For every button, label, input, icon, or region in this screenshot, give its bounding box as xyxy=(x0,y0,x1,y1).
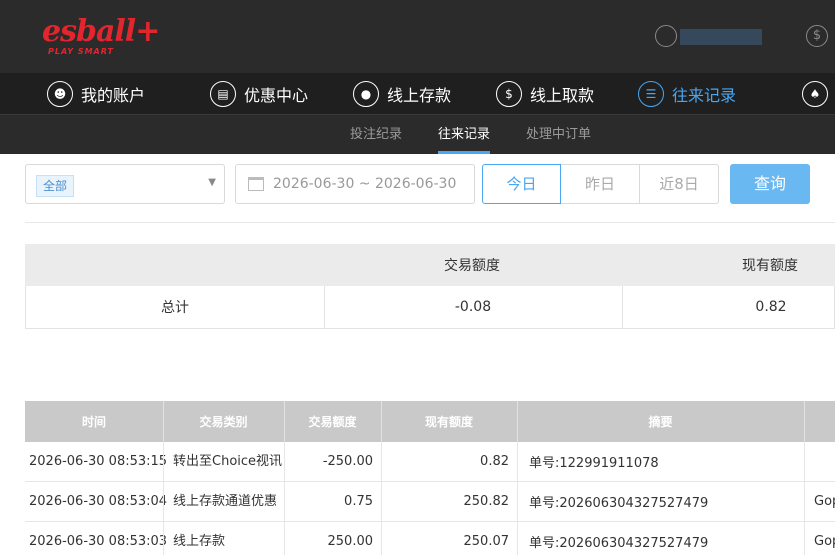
row-time: 2026-06-30 08:53:04 xyxy=(29,494,168,509)
query-button[interactable]: 查询 xyxy=(730,164,810,204)
row-type: 线上存款通道优惠 xyxy=(173,494,278,509)
row-extra: Gop xyxy=(814,494,835,509)
summary-header: 交易额度 现有额度 xyxy=(25,244,835,286)
user-icon: ☻ xyxy=(47,81,73,107)
last-8-days-button[interactable]: 近8日 xyxy=(640,164,719,204)
logo-plus: + xyxy=(135,14,161,49)
username-redacted xyxy=(680,29,762,45)
nav-notifications[interactable]: ♠ xyxy=(802,73,835,115)
deposit-icon: ● xyxy=(353,81,379,107)
row-time: 2026-06-30 08:53:03 xyxy=(29,534,168,549)
chevron-down-icon: ▼ xyxy=(208,177,216,188)
row-amount: 250.00 xyxy=(327,534,374,549)
row-memo: 单号:202606304327527479 xyxy=(529,536,709,551)
nav-label: 线上取款 xyxy=(530,86,595,105)
date-range-text: 2026-06-30 ~ 2026-06-30 xyxy=(273,176,457,192)
divider xyxy=(804,401,805,442)
summary-col-transaction: 交易额度 xyxy=(444,258,500,274)
bell-icon: ♠ xyxy=(802,81,828,107)
subnav-bet-records[interactable]: 投注纪录 xyxy=(350,115,402,154)
row-memo: 单号:122991911078 xyxy=(529,456,659,471)
transaction-type-select[interactable]: 全部 ▼ xyxy=(25,164,225,204)
user-avatar-icon[interactable] xyxy=(655,25,677,47)
yesterday-button[interactable]: 昨日 xyxy=(561,164,640,204)
nav-label: 优惠中心 xyxy=(244,86,309,105)
row-amount: 0.75 xyxy=(344,494,373,509)
esball-logo[interactable]: esball+ PLAY SMART xyxy=(42,14,160,56)
row-balance: 250.07 xyxy=(463,534,510,549)
nav-deposit[interactable]: ● 线上存款 xyxy=(353,73,451,115)
nav-label: 线上存款 xyxy=(387,86,452,105)
col-amount: 交易额度 xyxy=(308,415,357,429)
main-nav: ☻ 我的账户 ▤ 优惠中心 ● 线上存款 $ 线上取款 ☰ 往来记录 ♠ xyxy=(0,73,835,115)
nav-label: 我的账户 xyxy=(81,86,146,105)
top-header: esball+ PLAY SMART $ xyxy=(0,0,835,73)
row-extra: Gop xyxy=(814,534,835,549)
row-extra xyxy=(804,442,835,481)
row-memo: 单号:202606304327527479 xyxy=(529,496,709,511)
summary-current-amount: 0.82 xyxy=(755,299,787,315)
records-table-header: 时间 交易类别 交易额度 现有额度 摘要 xyxy=(25,401,835,442)
nav-promotions[interactable]: ▤ 优惠中心 xyxy=(210,73,308,115)
nav-my-account[interactable]: ☻ 我的账户 xyxy=(47,73,145,115)
row-time: 2026-06-30 08:53:15 xyxy=(29,454,168,469)
col-memo: 摘要 xyxy=(648,415,673,429)
selected-type-tag[interactable]: 全部 xyxy=(36,175,75,197)
row-type: 线上存款 xyxy=(173,534,226,549)
col-type: 交易类别 xyxy=(199,415,248,429)
subnav-transactions[interactable]: 往来记录 xyxy=(438,115,491,154)
withdraw-icon: $ xyxy=(496,81,522,107)
col-balance: 现有额度 xyxy=(424,415,473,429)
summary-total-label: 总计 xyxy=(161,300,189,316)
row-type: 转出至Choice视讯 xyxy=(173,454,283,469)
table-row[interactable]: 2026-06-30 08:53:15 转出至Choice视讯 -250.00 … xyxy=(25,442,835,482)
row-balance: 250.82 xyxy=(463,494,510,509)
summary-transaction-amount: -0.08 xyxy=(454,299,492,315)
summary-row: 总计 -0.08 0.82 xyxy=(25,286,835,329)
table-row[interactable]: 2026-06-30 08:53:03 线上存款 250.00 250.07 单… xyxy=(25,522,835,555)
nav-withdraw[interactable]: $ 线上取款 xyxy=(496,73,594,115)
gift-icon: ▤ xyxy=(210,81,236,107)
today-button[interactable]: 今日 xyxy=(482,164,561,204)
date-range-picker[interactable]: 2026-06-30 ~ 2026-06-30 xyxy=(235,164,475,204)
calendar-icon xyxy=(248,177,264,191)
divider xyxy=(25,222,835,223)
balance-dollar-icon[interactable]: $ xyxy=(806,25,828,47)
nav-label: 往来记录 xyxy=(672,86,737,105)
logo-text: esball xyxy=(42,14,136,49)
col-time: 时间 xyxy=(81,415,106,429)
subnav-pending-orders[interactable]: 处理中订单 xyxy=(526,115,591,154)
nav-records[interactable]: ☰ 往来记录 xyxy=(638,73,736,115)
row-amount: -250.00 xyxy=(322,454,373,469)
table-row[interactable]: 2026-06-30 08:53:04 线上存款通道优惠 0.75 250.82… xyxy=(25,482,835,522)
summary-col-current: 现有额度 xyxy=(742,258,798,274)
sub-nav: 投注纪录 往来记录 处理中订单 xyxy=(0,115,835,154)
records-icon: ☰ xyxy=(638,81,664,107)
row-balance: 0.82 xyxy=(480,454,509,469)
